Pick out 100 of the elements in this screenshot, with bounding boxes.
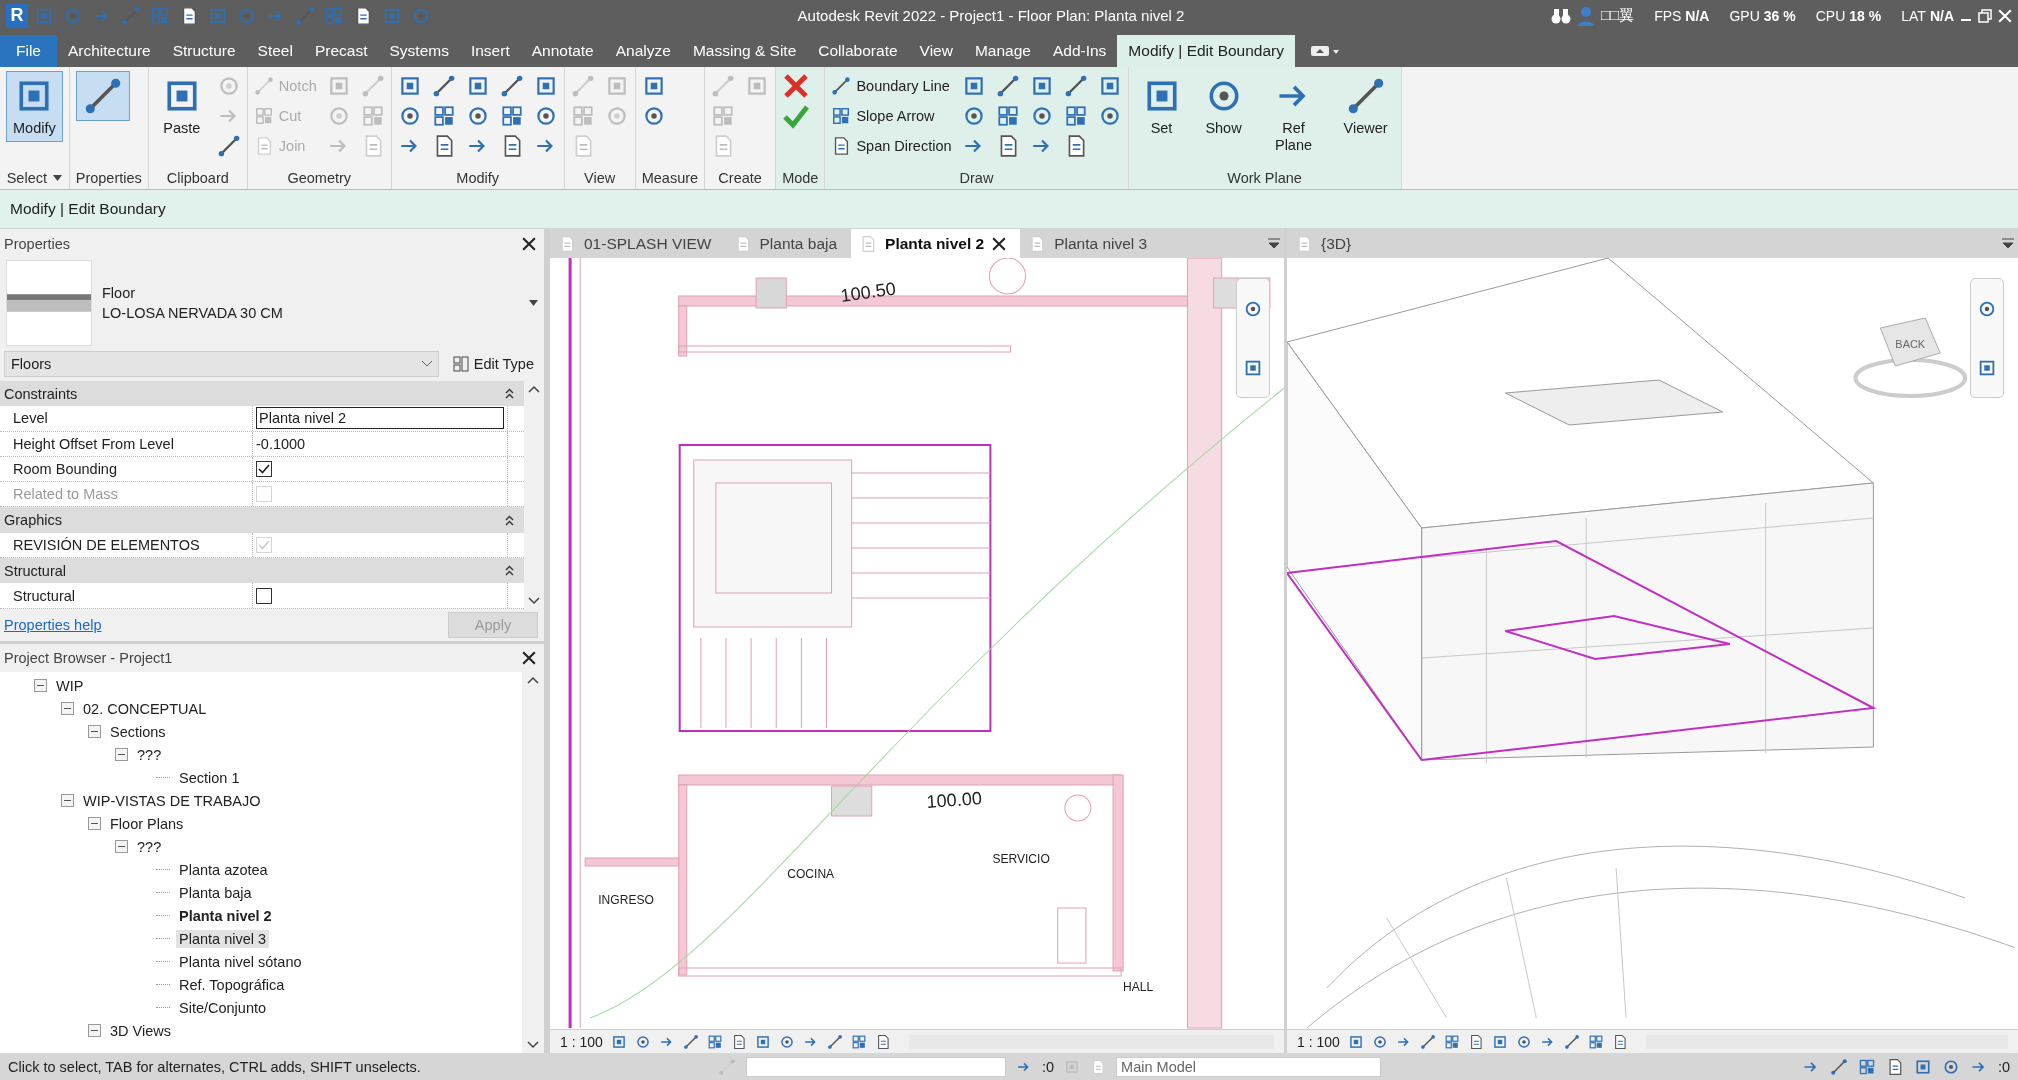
grid-icon[interactable] <box>1063 104 1088 128</box>
ribbon-tab[interactable]: Collaborate <box>807 35 909 67</box>
line-icon[interactable] <box>431 74 456 98</box>
close-icon[interactable] <box>992 236 1007 251</box>
tree-item[interactable]: ??? <box>134 745 165 764</box>
tree-item[interactable]: 02. CONCEPTUAL <box>80 699 210 718</box>
user-name[interactable]: □□翼 <box>1601 6 1635 25</box>
group-header[interactable]: Structural <box>0 558 524 584</box>
document-tab[interactable]: Planta baja <box>725 229 852 258</box>
collapse-icon[interactable] <box>61 794 74 807</box>
ribbon-tab[interactable]: Manage <box>963 35 1042 67</box>
panel-menu[interactable]: Select <box>6 170 62 186</box>
design-option-field[interactable] <box>746 1056 1006 1077</box>
help-link[interactable]: Properties help <box>4 617 102 633</box>
collapse-icon[interactable] <box>505 388 514 400</box>
collapse-icon[interactable] <box>34 679 47 692</box>
floor-boundary[interactable] <box>1287 539 1877 762</box>
tree-item[interactable]: Planta baja <box>176 883 255 902</box>
circle-icon[interactable] <box>1515 1033 1532 1050</box>
scroll-down-icon[interactable] <box>527 1041 539 1049</box>
toggle-icon[interactable] <box>1311 45 1339 57</box>
grid-icon[interactable] <box>1857 1057 1876 1076</box>
line-icon[interactable] <box>1419 1033 1436 1050</box>
collapse-icon[interactable] <box>61 702 74 715</box>
workset-field[interactable]: Main Model <box>1116 1056 1382 1077</box>
edit-type-button[interactable]: Edit Type <box>446 355 540 373</box>
collapse-icon[interactable] <box>88 725 101 738</box>
checkbox[interactable] <box>256 461 272 478</box>
collapse-icon[interactable] <box>505 565 514 577</box>
ribbon-tab[interactable]: Massing & Site <box>681 35 808 67</box>
line-icon[interactable] <box>682 1033 699 1050</box>
tree-item[interactable]: ??? <box>134 837 165 856</box>
ribbon-tab[interactable]: Insert <box>459 35 521 67</box>
navigation-bar[interactable] <box>1970 278 2004 398</box>
caret-icon[interactable] <box>529 300 538 306</box>
ribbon-button[interactable]: Viewer <box>1336 71 1395 143</box>
ribbon-button[interactable]: Set <box>1134 71 1189 143</box>
ribbon-tab[interactable]: Systems <box>378 35 460 67</box>
ribbon-tab[interactable]: Precast <box>303 35 379 67</box>
line-icon[interactable] <box>1563 1033 1580 1050</box>
ribbon-button[interactable]: Boundary Line <box>831 76 952 96</box>
filter-dropdown[interactable]: Floors <box>4 351 439 377</box>
cancel-icon[interactable] <box>782 72 811 100</box>
navigation-bar[interactable] <box>1236 278 1270 398</box>
ribbon-button[interactable]: Slope Arrow <box>831 106 952 126</box>
ribbon-tab[interactable]: Modify | Edit Boundary <box>1117 35 1295 67</box>
floor-boundary[interactable] <box>1504 615 1731 660</box>
tree-item[interactable]: Planta nivel sótano <box>176 952 305 971</box>
binoculars-icon[interactable] <box>1551 6 1571 25</box>
tree-item[interactable]: Site/Conjunto <box>176 998 270 1017</box>
ribbon-button[interactable]: Show <box>1196 71 1251 143</box>
grid-icon[interactable] <box>706 1033 723 1050</box>
grid-icon[interactable] <box>431 104 456 128</box>
collapse-icon[interactable] <box>88 817 101 830</box>
square-icon[interactable] <box>1491 1033 1508 1050</box>
ribbon-button[interactable]: Ref Plane <box>1258 71 1329 160</box>
collapse-icon[interactable] <box>115 840 128 853</box>
view-scale[interactable]: 1 : 100 <box>560 1033 603 1050</box>
line-icon[interactable] <box>1829 1057 1848 1076</box>
tree-item[interactable]: Ref. Topográfica <box>176 975 288 994</box>
circle-icon[interactable] <box>778 1033 795 1050</box>
grid-icon[interactable] <box>995 104 1020 128</box>
tree-item[interactable]: Sections <box>107 722 169 741</box>
document-tab[interactable]: Planta nivel 2 <box>851 229 1021 258</box>
view-scale[interactable]: 1 : 100 <box>1297 1033 1340 1050</box>
tree-item[interactable]: WIP <box>53 676 87 695</box>
app-logo[interactable]: R <box>6 3 28 28</box>
restore-icon[interactable] <box>1978 8 1992 23</box>
scroll-up-icon[interactable] <box>527 676 539 684</box>
group-header[interactable]: Constraints <box>0 381 524 407</box>
grid-icon[interactable] <box>499 104 524 128</box>
tree-item[interactable]: Planta nivel 3 <box>176 929 270 948</box>
collapse-icon[interactable] <box>88 1024 101 1037</box>
line-icon[interactable] <box>1063 74 1088 98</box>
scroll-up-icon[interactable] <box>528 385 540 393</box>
ribbon-tab[interactable]: Structure <box>161 35 247 67</box>
line-icon[interactable] <box>826 1033 843 1050</box>
tree-item[interactable]: Section 1 <box>176 768 243 787</box>
document-tab[interactable]: 01-SPLASH VIEW <box>550 229 726 258</box>
tree-item[interactable]: Planta nivel 2 <box>176 906 275 925</box>
view-cube-label[interactable]: BACK <box>1895 338 1926 350</box>
grid-icon[interactable] <box>850 1033 867 1050</box>
ribbon-tab[interactable]: Annotate <box>520 35 605 67</box>
ribbon-tab[interactable]: Steel <box>246 35 304 67</box>
grid-icon[interactable] <box>1443 1033 1460 1050</box>
circle-icon[interactable] <box>634 1033 651 1050</box>
value-field[interactable]: -0.1000 <box>256 435 306 452</box>
document-tab[interactable]: Planta nivel 3 <box>1020 229 1162 258</box>
ribbon-button[interactable]: Span Direction <box>831 136 952 156</box>
grid-icon[interactable] <box>1587 1033 1604 1050</box>
tree-item[interactable]: 3D Views <box>107 1021 174 1040</box>
line-icon[interactable] <box>499 74 524 98</box>
ribbon-button[interactable]: Modify <box>6 71 63 143</box>
collapse-icon[interactable] <box>505 514 514 526</box>
line-icon[interactable] <box>216 134 241 158</box>
tree-item[interactable]: WIP-VISTAS DE TRABAJO <box>80 791 264 810</box>
square-icon[interactable] <box>610 1033 627 1050</box>
circle-icon[interactable] <box>1371 1033 1388 1050</box>
ribbon-button[interactable] <box>75 71 130 121</box>
group-header[interactable]: Graphics <box>0 507 524 533</box>
